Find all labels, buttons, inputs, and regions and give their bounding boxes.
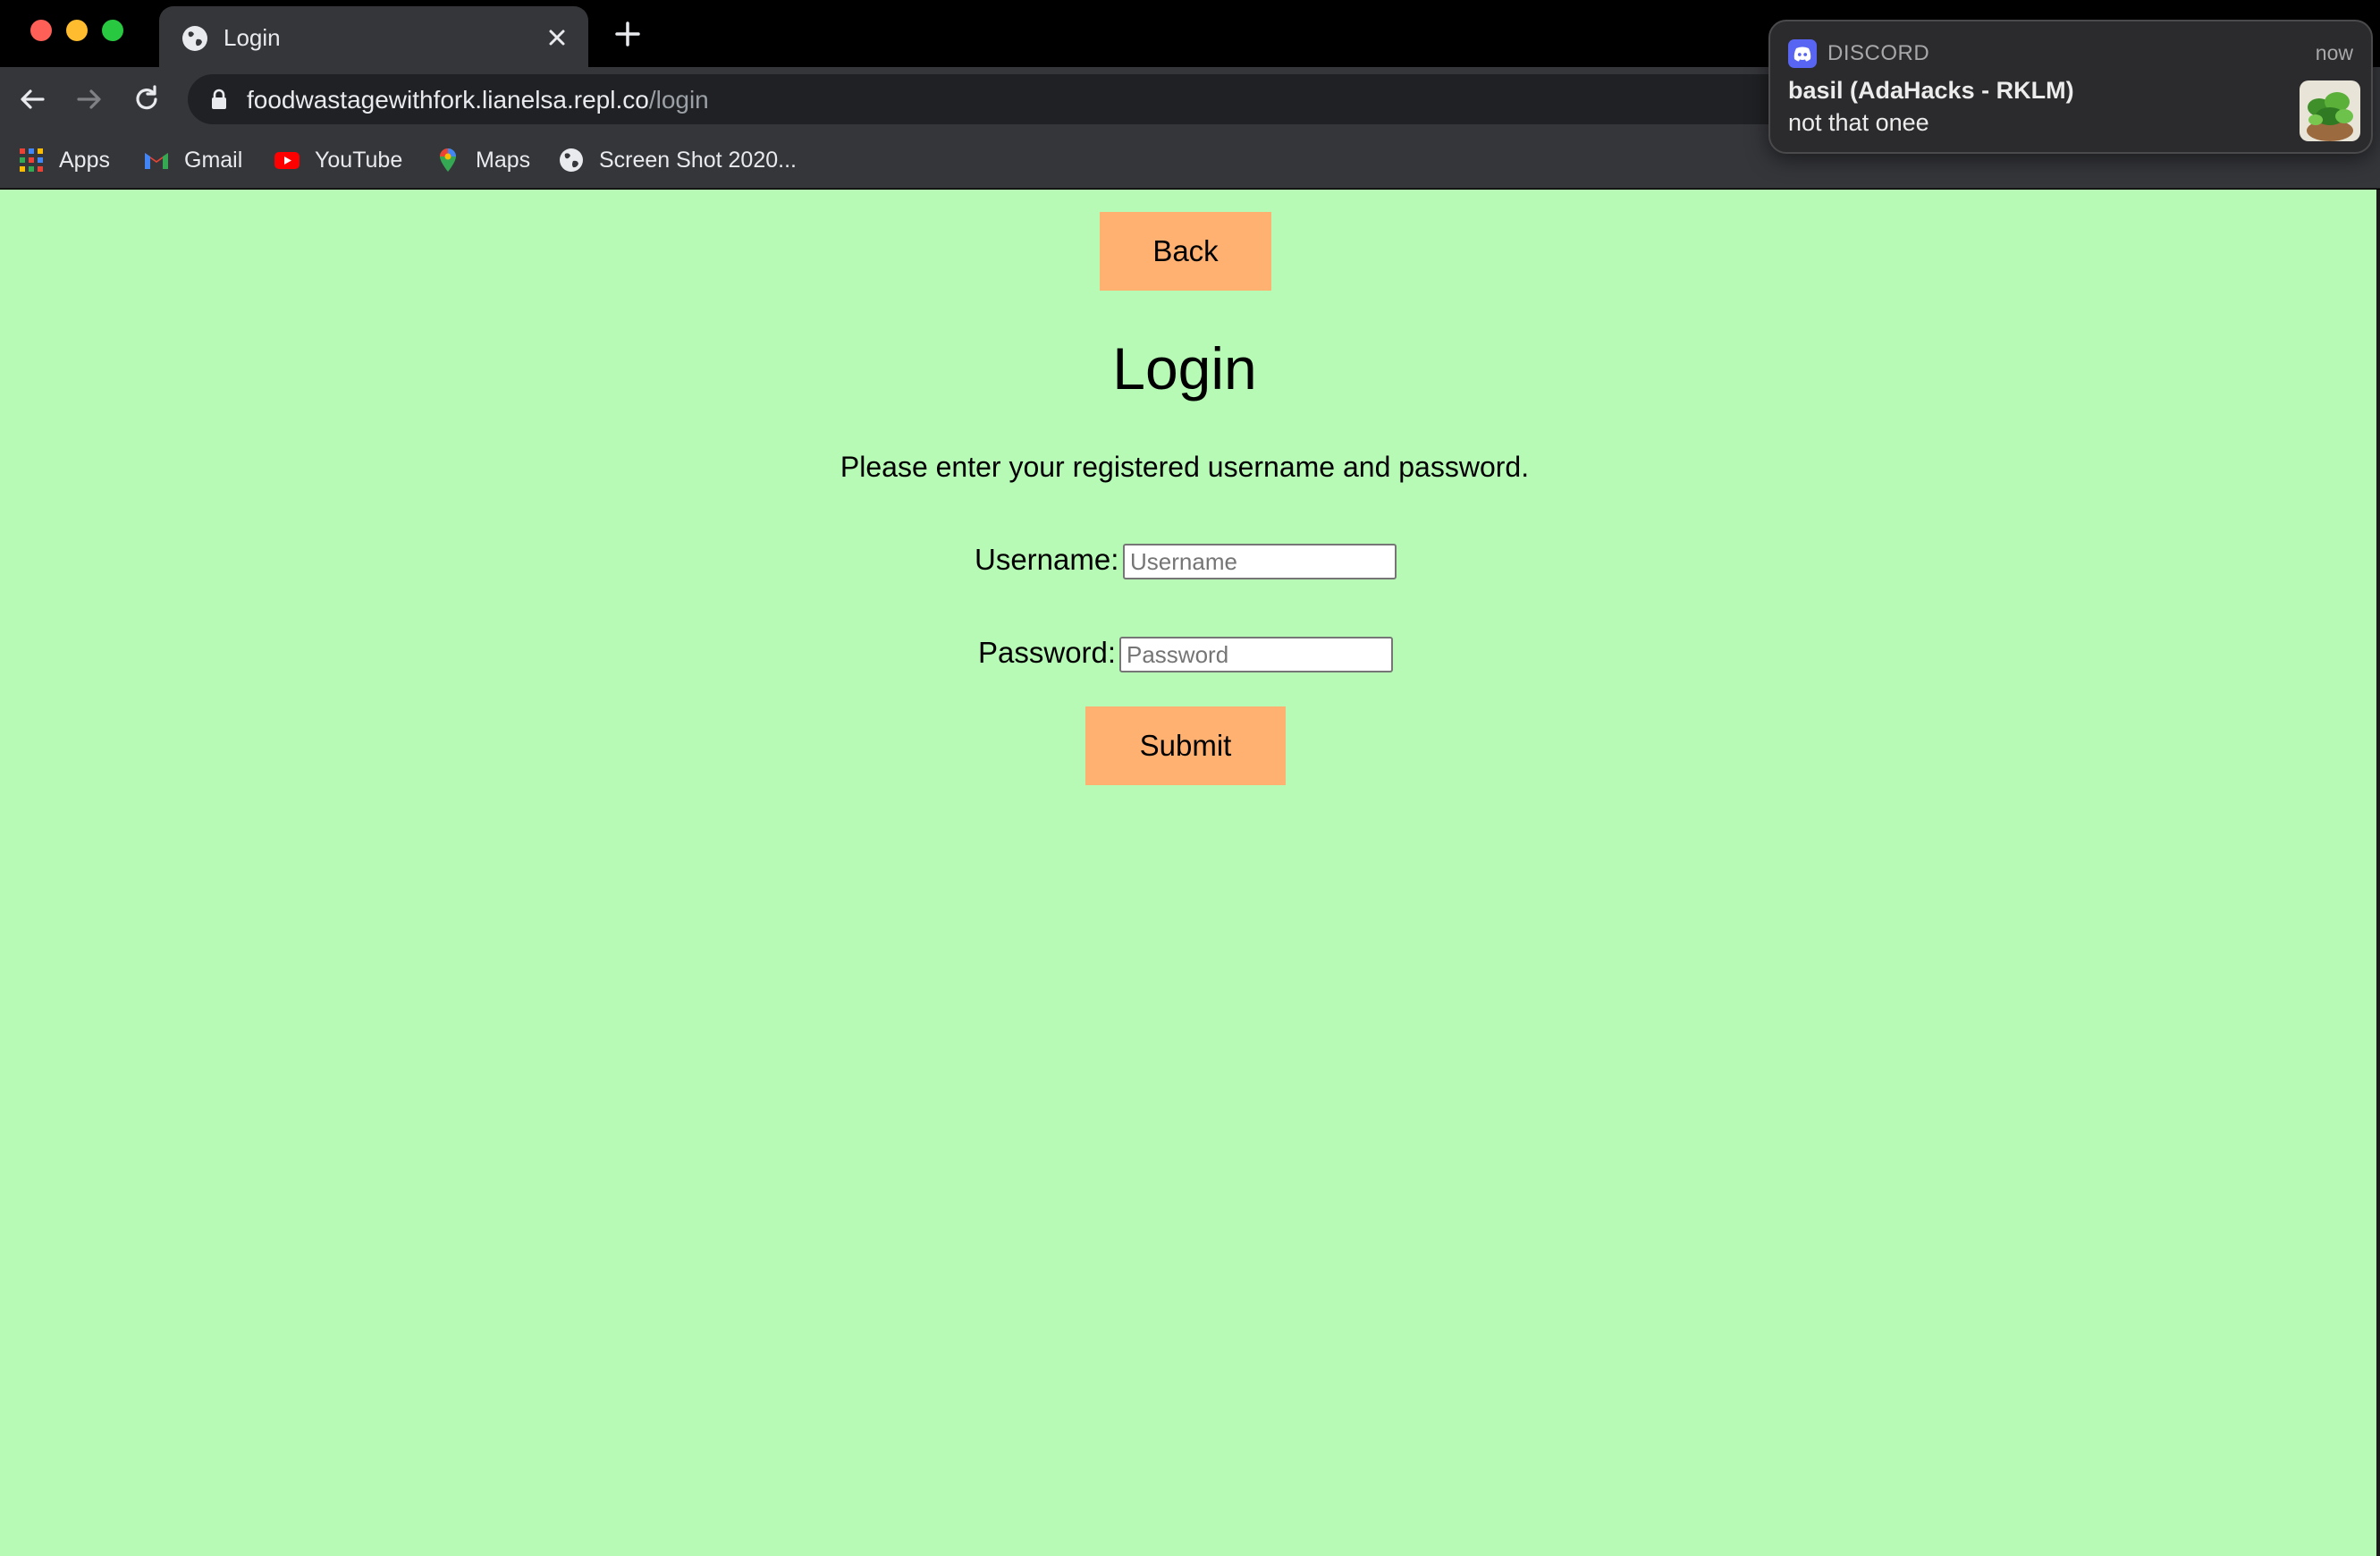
forward-arrow-icon[interactable] [73, 83, 105, 115]
back-arrow-icon[interactable] [16, 83, 48, 115]
bookmark-maps[interactable]: Maps [435, 142, 530, 178]
notification-message: not that onee [1788, 109, 1929, 136]
browser-window: Login foodwastagewithfork.lianelsa.repl.… [0, 0, 2380, 1556]
close-icon[interactable] [545, 26, 569, 49]
avatar [2300, 80, 2360, 141]
tab-title: Login [224, 24, 281, 51]
bookmark-apps[interactable]: Apps [18, 142, 110, 178]
discord-notification[interactable]: DISCORD now basil (AdaHacks - RKLM) not … [1768, 20, 2373, 154]
bookmark-label: YouTube [315, 147, 403, 173]
submit-button[interactable]: Submit [1085, 706, 1286, 785]
gmail-icon [145, 153, 168, 169]
close-window-button[interactable] [30, 20, 52, 41]
minimize-window-button[interactable] [66, 20, 88, 41]
notification-time: now [2315, 41, 2353, 64]
new-tab-plus-icon[interactable] [613, 20, 642, 48]
notification-title: basil (AdaHacks - RKLM) [1788, 77, 2074, 104]
reload-icon[interactable] [131, 83, 163, 115]
page-content: Back Login Please enter your registered … [0, 190, 2380, 1556]
username-label: Username: [975, 543, 1119, 576]
bookmark-gmail[interactable]: Gmail [143, 142, 242, 178]
notification-app-name: DISCORD [1827, 41, 1930, 65]
discord-icon [1788, 39, 1817, 68]
bookmark-label: Screen Shot 2020... [599, 147, 797, 173]
password-label: Password: [978, 636, 1117, 669]
youtube-icon [274, 152, 300, 169]
page-subtitle: Please enter your registered username an… [840, 451, 1530, 483]
maximize-window-button[interactable] [102, 20, 123, 41]
bookmark-label: Gmail [184, 147, 243, 173]
globe-icon [182, 26, 207, 51]
back-button[interactable]: Back [1100, 212, 1271, 291]
tab-login[interactable]: Login [159, 6, 588, 67]
bookmark-youtube[interactable]: YouTube [274, 142, 402, 178]
window-edge [2376, 190, 2380, 1556]
url-path: /login [648, 86, 709, 114]
bookmark-label: Apps [59, 147, 110, 173]
bookmark-screen-shot[interactable]: Screen Shot 2020... [558, 142, 797, 178]
url-host: foodwastagewithfork.lianelsa.repl.co [247, 86, 649, 114]
maps-pin-icon [440, 148, 456, 172]
page-title: Login [1112, 335, 1257, 402]
username-input[interactable] [1123, 544, 1397, 579]
bookmark-label: Maps [476, 147, 531, 173]
globe-icon [560, 148, 583, 172]
password-input[interactable] [1119, 637, 1393, 672]
apps-grid-icon [20, 148, 43, 172]
lock-icon[interactable] [209, 89, 229, 110]
url-text: foodwastagewithfork.lianelsa.repl.co/log… [247, 85, 709, 115]
